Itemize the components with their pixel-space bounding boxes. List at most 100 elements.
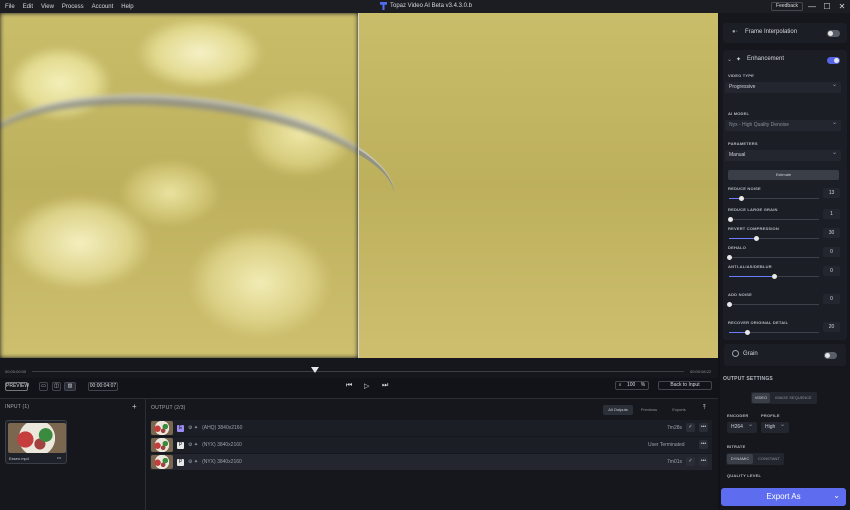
slider-track[interactable] [729, 196, 819, 201]
add-input-button[interactable]: + [132, 402, 137, 411]
timeline[interactable]: 00:00:00:00 00:00:08:22 [0, 358, 718, 378]
preview-tag: P [177, 441, 184, 449]
slider-handle[interactable] [745, 330, 750, 335]
menu-file[interactable]: File [5, 4, 15, 10]
output-check-icon[interactable]: ✓ [686, 423, 695, 432]
title-bar: File Edit View Process Account Help Topa… [0, 0, 850, 13]
constant-button[interactable]: CONSTANT [755, 454, 783, 464]
video-button[interactable]: VIDEO [752, 393, 770, 403]
timeline-track[interactable] [32, 371, 684, 372]
enhanced-preview-pane [359, 13, 718, 358]
image-sequence-button[interactable]: IMAGE SEQUENCE [771, 393, 816, 403]
slider-track[interactable] [729, 236, 819, 241]
video-type-select[interactable]: Progressive [725, 80, 841, 93]
export-as-button[interactable]: Export As ⌄ [721, 488, 846, 506]
output-more-icon[interactable]: ••• [699, 457, 708, 466]
output-header: OUTPUT (2/3) [151, 405, 186, 411]
play-icon[interactable]: ▷ [364, 382, 369, 390]
input-file-card[interactable]: Essen.mp4 ••• [5, 420, 67, 464]
bitrate-label: BITRATE [727, 444, 746, 449]
menu-view[interactable]: View [41, 4, 54, 10]
chevron-down-icon[interactable]: ⌄ [833, 487, 840, 505]
zoom-search-icon: ⌕ [618, 382, 622, 388]
maximize-icon[interactable]: ☐ [821, 1, 833, 12]
input-filename: Essen.mp4 [9, 456, 30, 461]
slider-handle[interactable] [738, 196, 744, 201]
menu-help[interactable]: Help [121, 4, 133, 10]
playhead-handle[interactable] [311, 367, 319, 373]
tab-previews[interactable]: Previews [636, 405, 662, 415]
enhancement-toggle[interactable] [827, 57, 840, 64]
tab-exports[interactable]: Exports [666, 405, 692, 415]
slider-track[interactable] [729, 274, 819, 279]
upload-icon[interactable]: ⤒ [703, 405, 706, 412]
split-view-divider[interactable] [358, 13, 359, 358]
menu-account[interactable]: Account [92, 4, 114, 10]
preview-viewer[interactable] [0, 13, 718, 358]
slider-track[interactable] [727, 255, 819, 260]
frame-interpolation-toggle[interactable] [827, 30, 840, 37]
sliders-icon: ⚙ ✦ [188, 425, 199, 431]
output-model: (NYX) 3840x2160 [202, 459, 242, 465]
tab-all-outputs[interactable]: All Outputs [603, 405, 633, 415]
output-row[interactable]: P ⚙ ✦ (NYX) 3840x2160 User Terminated ••… [150, 437, 712, 453]
grain-section[interactable]: Grain [724, 344, 846, 366]
input-more-icon[interactable]: ••• [57, 455, 61, 460]
slider-value-field[interactable]: 0 [823, 247, 840, 257]
output-thumbnail [151, 455, 173, 469]
profile-select[interactable]: High [761, 420, 789, 433]
slider-track[interactable] [727, 217, 819, 222]
encoder-select[interactable]: H264 [727, 420, 757, 433]
preview-button[interactable]: PREVIEW [5, 382, 29, 391]
dynamic-button[interactable]: DYNAMIC [727, 454, 753, 464]
slider-label: REVERT COMPRESSION [728, 226, 779, 231]
collapse-icon[interactable]: ⌄ [727, 56, 732, 63]
menu-edit[interactable]: Edit [23, 4, 33, 10]
slider-value-field[interactable]: 1 [823, 209, 840, 219]
next-frame-icon[interactable]: ⏭ [382, 382, 388, 390]
minimize-icon[interactable]: — [806, 1, 818, 12]
output-thumbnail [151, 421, 173, 435]
output-more-icon[interactable]: ••• [699, 423, 708, 432]
original-preview-pane [0, 13, 358, 358]
slider-handle[interactable] [727, 217, 733, 222]
split-view-icon[interactable]: ▥ [64, 382, 76, 391]
output-more-icon[interactable]: ••• [699, 440, 708, 449]
parameters-select[interactable]: Manual [725, 148, 841, 161]
app-title: Topaz Video AI Beta v3.4.3.0.b [380, 2, 472, 10]
playback-controls: PREVIEW ▭ ◫ ▥ 00:00:04:07 ⏮ ▷ ⏭ ⌕ 100 % … [0, 378, 718, 396]
slider-value-field[interactable]: 0 [823, 294, 840, 304]
slider-value-field[interactable]: 13 [823, 188, 840, 198]
sliders-icon: ⚙ ✦ [188, 442, 199, 448]
back-to-input-button[interactable]: Back to Input [658, 381, 712, 390]
slider-handle[interactable] [727, 255, 732, 260]
close-icon[interactable]: ✕ [836, 1, 848, 12]
slider-value-field[interactable]: 20 [823, 322, 840, 332]
menu-process[interactable]: Process [62, 4, 84, 10]
grain-toggle[interactable] [824, 352, 837, 359]
output-row-selected[interactable]: P ⚙ ✦ (NYX) 3840x2160 7m01s ✓ ••• [150, 454, 712, 470]
slider-handle[interactable] [754, 236, 759, 241]
sliders-icon: ⚙ ✦ [188, 459, 199, 465]
frame-interpolation-section[interactable]: ●◦ Frame Interpolation [723, 23, 847, 43]
zoom-control[interactable]: ⌕ 100 % [615, 381, 649, 390]
slider-track[interactable] [727, 302, 819, 307]
previous-frame-icon[interactable]: ⏮ [346, 382, 352, 390]
feedback-button[interactable]: Feedback [771, 2, 803, 11]
single-view-icon[interactable]: ▭ [39, 382, 48, 391]
grain-icon [732, 350, 739, 357]
timeline-end: 00:00:08:22 [690, 369, 712, 374]
ai-model-select[interactable]: Nyx - High Quality Denoise [725, 118, 841, 131]
slider-value-field[interactable]: 0 [823, 266, 840, 276]
current-time-field[interactable]: 00:00:04:07 [88, 382, 118, 391]
output-row[interactable]: E ⚙ ✦ (AHQ) 3840x2160 7m28s ✓ ••• [150, 420, 712, 436]
side-by-side-icon[interactable]: ◫ [52, 382, 61, 391]
slider-value-field[interactable]: 30 [823, 228, 840, 238]
estimate-button[interactable]: Estimate [728, 170, 839, 180]
slider-handle[interactable] [727, 302, 732, 307]
slider-handle[interactable] [772, 274, 777, 279]
slider-track[interactable] [729, 330, 819, 335]
output-check-icon[interactable]: ✓ [686, 457, 695, 466]
output-thumbnail [151, 438, 173, 452]
menu-bar: File Edit View Process Account Help [0, 4, 134, 10]
